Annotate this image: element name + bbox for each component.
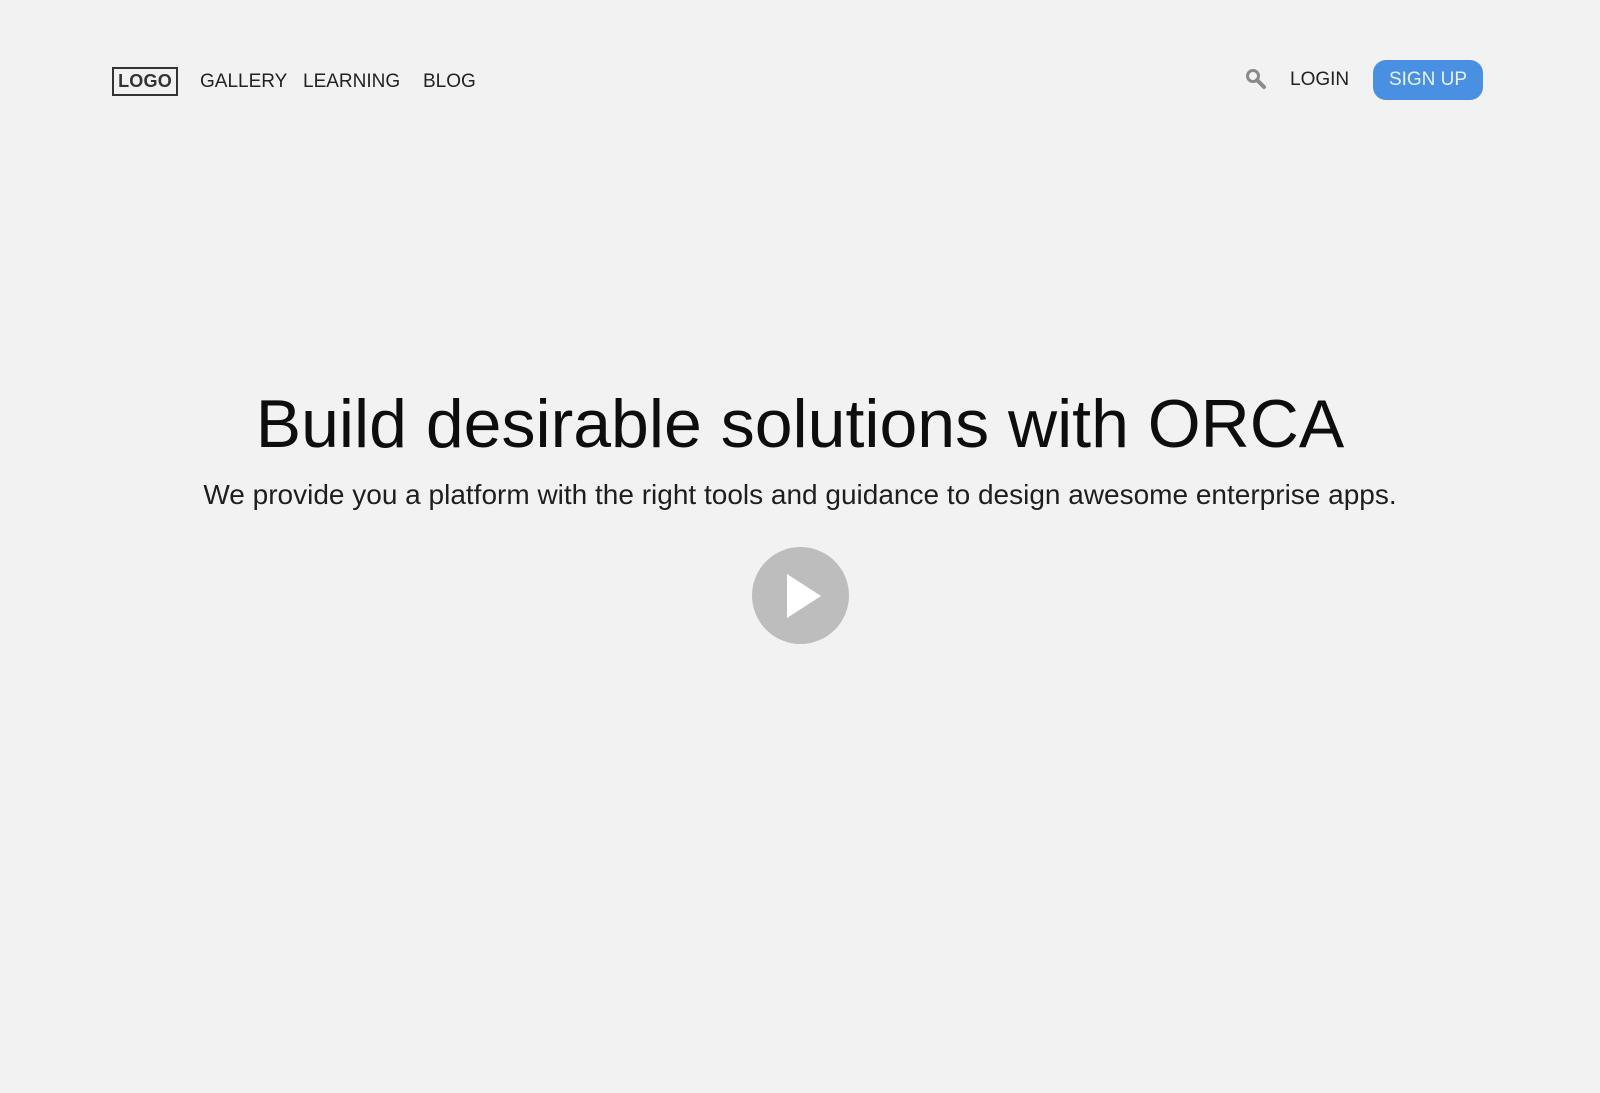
nav-link-learning[interactable]: LEARNING xyxy=(303,71,400,93)
search-button[interactable] xyxy=(1244,67,1268,91)
signup-button[interactable]: SIGN UP xyxy=(1373,60,1483,100)
search-icon xyxy=(1246,69,1266,89)
play-video-button[interactable] xyxy=(752,547,849,644)
nav-link-blog[interactable]: BLOG xyxy=(423,71,476,93)
hero-title: Build desirable solutions with ORCA xyxy=(255,386,1345,462)
top-navigation-bar: LOGO GALLERY LEARNING BLOG LOGIN SIGN UP xyxy=(0,0,1600,160)
hero-subtitle: We provide you a platform with the right… xyxy=(203,479,1397,510)
logo[interactable]: LOGO xyxy=(112,67,178,96)
nav-link-gallery[interactable]: GALLERY xyxy=(200,71,287,93)
login-link[interactable]: LOGIN xyxy=(1290,69,1349,91)
play-icon xyxy=(786,573,821,618)
